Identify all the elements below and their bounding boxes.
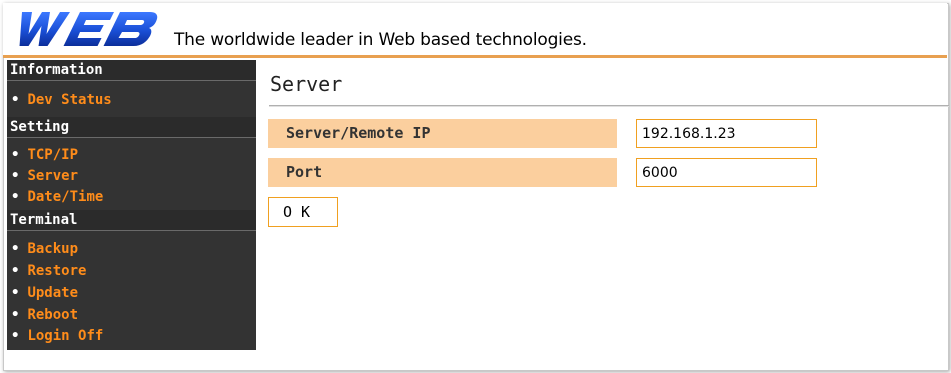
sidebar-item-update[interactable]: • Update <box>11 284 78 302</box>
sidebar-item-label: Server <box>27 168 79 184</box>
sidebar-item-label: Update <box>27 285 79 301</box>
header-divider <box>3 55 947 58</box>
header: The worldwide leader in Web based techno… <box>3 3 947 55</box>
server-ip-label: Server/Remote IP <box>268 119 617 148</box>
bullet-icon: • <box>11 328 20 344</box>
sidebar-item-backup[interactable]: • Backup <box>11 240 78 258</box>
ok-button[interactable]: O K <box>268 197 338 227</box>
section-title-terminal: Terminal <box>7 210 256 231</box>
sidebar-item-label: TCP/IP <box>27 147 79 163</box>
sidebar-item-tcp-ip[interactable]: • TCP/IP <box>11 146 78 164</box>
port-label: Port <box>268 158 617 187</box>
section-title-information: Information <box>7 60 256 81</box>
sidebar-item-label: Dev Status <box>27 92 112 108</box>
sidebar-item-label: Date/Time <box>27 189 104 205</box>
bullet-icon: • <box>11 263 20 279</box>
sidebar-item-date-time[interactable]: • Date/Time <box>11 188 103 206</box>
bullet-icon: • <box>11 285 20 301</box>
title-divider <box>269 105 949 107</box>
bullet-icon: • <box>11 241 20 257</box>
sidebar: Information • Dev Status Setting • TCP/IP … <box>7 60 256 350</box>
sidebar-item-reboot[interactable]: • Reboot <box>11 306 78 324</box>
sidebar-item-label: Backup <box>27 241 79 257</box>
sidebar-item-label: Login Off <box>27 328 104 344</box>
sidebar-item-label: Restore <box>27 263 87 279</box>
sidebar-item-server[interactable]: • Server <box>11 167 78 185</box>
sidebar-item-restore[interactable]: • Restore <box>11 262 86 280</box>
bullet-icon: • <box>11 307 20 323</box>
tagline: The worldwide leader in Web based techno… <box>174 30 587 50</box>
web-logo <box>19 12 158 46</box>
sidebar-item-login-off[interactable]: • Login Off <box>11 327 103 345</box>
bullet-icon: • <box>11 147 20 163</box>
section-title-setting: Setting <box>7 117 256 138</box>
port-input[interactable] <box>636 158 817 187</box>
server-ip-input[interactable] <box>636 119 817 148</box>
sidebar-item-dev-status[interactable]: • Dev Status <box>11 91 112 109</box>
page-title: Server <box>270 72 343 96</box>
bullet-icon: • <box>11 92 20 108</box>
bullet-icon: • <box>11 189 20 205</box>
bullet-icon: • <box>11 168 20 184</box>
sidebar-item-label: Reboot <box>27 307 79 323</box>
